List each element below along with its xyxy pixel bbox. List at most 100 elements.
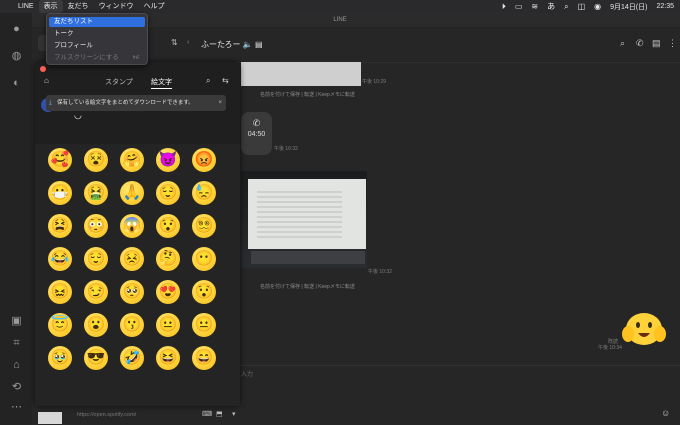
menu-icon[interactable]: ⋮: [668, 38, 677, 49]
emoji-cell[interactable]: 🙏: [120, 181, 144, 205]
emoji-cell[interactable]: 😎: [84, 346, 108, 370]
image-actions[interactable]: 名前を付けて保存 | 転送 | Keepメモに転送: [260, 283, 355, 290]
emoji-glyph: 😶: [194, 250, 214, 267]
media-control-icon[interactable]: ⏵: [502, 0, 506, 13]
search-icon[interactable]: ⌕: [564, 0, 568, 13]
download-notice[interactable]: ⤓ 保有している絵文字をまとめてダウンロードできます。 ×: [46, 95, 226, 111]
emoji-glyph: 😯: [194, 283, 214, 300]
menubar-time[interactable]: 22:35: [656, 3, 674, 10]
friends-icon[interactable]: ●: [10, 23, 23, 36]
call-phone-icon: ✆: [252, 118, 261, 128]
chat-thumbnail[interactable]: [38, 412, 62, 424]
menu-window[interactable]: ウィンドウ: [94, 0, 139, 13]
emoji-cell[interactable]: 😯: [192, 280, 216, 304]
emoji-cell[interactable]: 😵‍💫: [192, 214, 216, 238]
emoji-cell[interactable]: 😆: [156, 346, 180, 370]
emoji-cell[interactable]: 😯: [156, 214, 180, 238]
emoji-cell[interactable]: 😏: [84, 280, 108, 304]
emoji-cell[interactable]: 😌: [156, 181, 180, 205]
emoji-category-icon[interactable]: ◡: [74, 110, 82, 121]
control-center-icon[interactable]: ◫: [578, 0, 586, 13]
apple-menu-icon[interactable]: [0, 0, 13, 13]
menu-item-talk[interactable]: トーク: [49, 29, 145, 39]
menu-item-friends-list[interactable]: 友だちリスト: [49, 17, 145, 27]
emoji-glyph: 🥺: [122, 283, 142, 300]
emoji-cell[interactable]: 😍: [156, 280, 180, 304]
emoji-cell[interactable]: 😗: [120, 313, 144, 337]
emoji-cell[interactable]: 🥺: [120, 280, 144, 304]
meeting-icon[interactable]: ▣: [10, 315, 23, 328]
menu-view[interactable]: 表示: [38, 0, 63, 13]
emoji-cell[interactable]: 😇: [48, 313, 72, 337]
more-icon[interactable]: ⋯: [10, 401, 23, 414]
profile-icon[interactable]: ◐: [10, 77, 23, 90]
capture-icon[interactable]: ⬒: [216, 410, 223, 418]
emoji-button-icon[interactable]: ☺: [661, 408, 670, 418]
picker-tabs: ⌂ スタンプ 絵文字 ⌕ ⇆: [35, 74, 240, 89]
image-message-1[interactable]: [241, 62, 361, 86]
chat-header: ‹ ふーたろー 🔈 ▤ ⌕ ✆ ▤ ⋮: [184, 27, 680, 63]
notice-close-icon[interactable]: ×: [218, 95, 222, 111]
emoji-cell[interactable]: 😣: [120, 247, 144, 271]
sticker-message[interactable]: [621, 307, 667, 347]
wifi-icon[interactable]: ≋: [531, 0, 538, 13]
emoji-cell[interactable]: 😂: [48, 247, 72, 271]
voice-icon[interactable]: ⌨: [202, 410, 212, 418]
emoji-cell[interactable]: 😈: [156, 148, 180, 172]
tab-stamps[interactable]: スタンプ: [105, 77, 133, 87]
siri-icon[interactable]: ◉: [594, 0, 601, 13]
emoji-cell[interactable]: 😫: [48, 214, 72, 238]
emoji-cell[interactable]: 🥹: [48, 346, 72, 370]
picker-settings-icon[interactable]: ⇆: [222, 76, 229, 85]
crop-icon[interactable]: ⌗: [10, 337, 23, 350]
notes-icon[interactable]: ▤: [652, 38, 661, 49]
chat-search-icon[interactable]: ⌕: [620, 38, 625, 49]
emoji-cell[interactable]: 😵: [84, 148, 108, 172]
emoji-cell[interactable]: 😓: [192, 181, 216, 205]
emoji-cell[interactable]: 😳: [84, 214, 108, 238]
picker-close-button[interactable]: [40, 66, 46, 72]
emoji-cell[interactable]: 🤣: [120, 346, 144, 370]
picker-search-icon[interactable]: ⌕: [206, 76, 210, 86]
emoji-cell[interactable]: 😮: [84, 313, 108, 337]
emoji-cell[interactable]: 😖: [48, 280, 72, 304]
chat-name: ふーたろー 🔈 ▤: [201, 40, 263, 49]
input-source-icon[interactable]: あ: [547, 0, 555, 13]
share-icon[interactable]: ⟲: [10, 381, 23, 394]
emoji-glyph: 😡: [194, 151, 214, 168]
menu-item-profile[interactable]: プロフィール: [49, 41, 145, 51]
shop-icon[interactable]: ⌂: [44, 76, 49, 85]
attach-icon[interactable]: ▾: [232, 410, 236, 418]
emoji-cell[interactable]: 😡: [192, 148, 216, 172]
emoji-cell[interactable]: 😶: [192, 247, 216, 271]
call-bubble[interactable]: ✆ 04:50: [241, 112, 272, 155]
bookmark-icon[interactable]: ⌂: [10, 359, 23, 372]
menu-help[interactable]: ヘルプ: [139, 0, 170, 13]
call-icon[interactable]: ✆: [636, 38, 644, 49]
emoji-cell[interactable]: 😄: [192, 346, 216, 370]
emoji-cell[interactable]: 😐: [192, 313, 216, 337]
chats-icon[interactable]: ◍: [10, 50, 23, 63]
emoji-cell[interactable]: 😌: [84, 247, 108, 271]
message-input[interactable]: 入力: [241, 369, 253, 378]
emoji-cell[interactable]: 😐: [156, 313, 180, 337]
emoji-cell[interactable]: 😷: [48, 181, 72, 205]
collapse-icon[interactable]: ‹: [187, 39, 189, 46]
notice-text: 保有している絵文字をまとめてダウンロードできます。: [57, 100, 194, 106]
message-time: 午後 10:34: [598, 345, 622, 351]
menu-line[interactable]: LINE: [13, 0, 39, 13]
photo-message[interactable]: [241, 171, 367, 268]
emoji-cell[interactable]: 🤔: [156, 247, 180, 271]
emoji-cell[interactable]: 🤮: [84, 181, 108, 205]
tab-emoji[interactable]: 絵文字: [151, 77, 172, 89]
battery-icon[interactable]: ▭: [515, 0, 523, 13]
sort-icon[interactable]: ⇅: [171, 38, 178, 47]
image-actions[interactable]: 名前を付けて保存 | 転送 | Keepメモに転送: [260, 91, 355, 98]
emoji-glyph: 😣: [122, 250, 142, 267]
emoji-cell[interactable]: 🤗: [120, 148, 144, 172]
menubar-date[interactable]: 9月14日(日): [610, 2, 647, 12]
menu-friends[interactable]: 友だち: [63, 0, 94, 13]
emoji-glyph: 😏: [86, 283, 106, 300]
emoji-cell[interactable]: 😱: [120, 214, 144, 238]
emoji-cell[interactable]: 🥰: [48, 148, 72, 172]
